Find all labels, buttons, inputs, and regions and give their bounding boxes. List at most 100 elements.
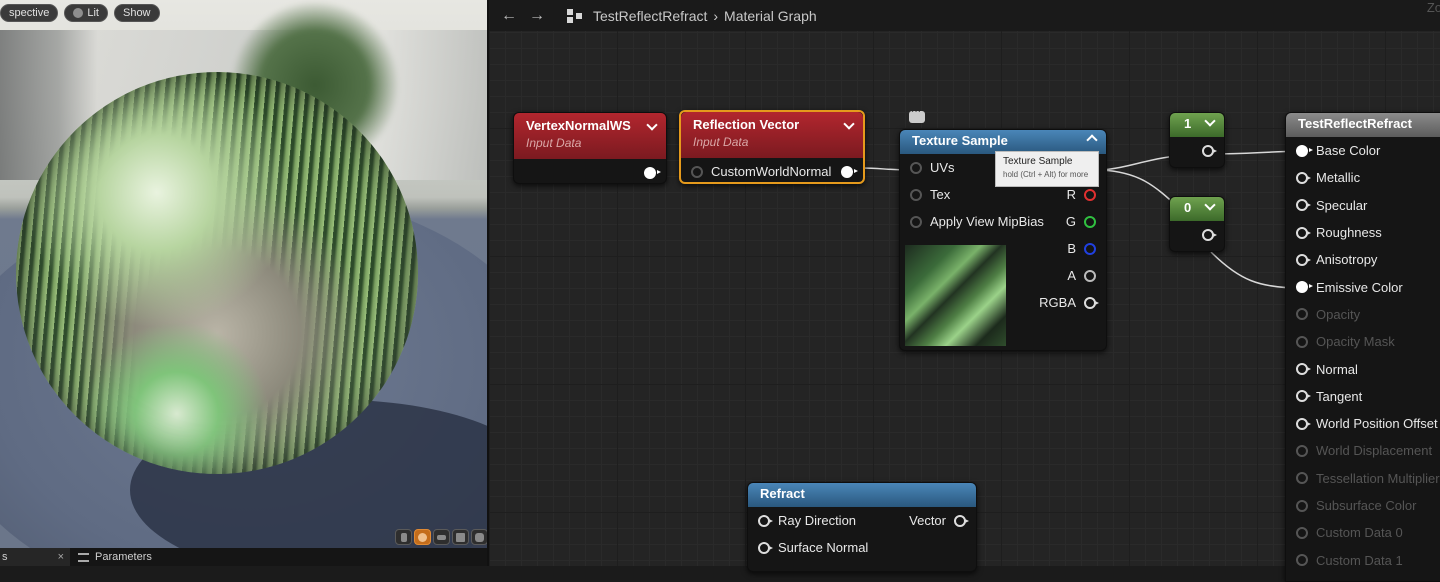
perspective-button[interactable]: spective bbox=[0, 4, 59, 22]
custom-world-normal-pin[interactable] bbox=[691, 165, 703, 178]
pin-label: Custom Data 1 bbox=[1316, 552, 1403, 568]
input-pin[interactable] bbox=[1296, 499, 1308, 512]
teapot-icon bbox=[475, 532, 484, 542]
output-pin[interactable] bbox=[1202, 228, 1217, 241]
input-pin[interactable] bbox=[1296, 144, 1313, 157]
input-pin[interactable] bbox=[1296, 171, 1311, 184]
lit-button[interactable]: Lit bbox=[64, 4, 108, 22]
node-header[interactable]: Refract bbox=[748, 483, 976, 507]
output-row bbox=[1170, 221, 1224, 248]
b-output-pin[interactable] bbox=[1084, 242, 1096, 255]
input-pin[interactable] bbox=[1296, 390, 1311, 403]
teapot-shape-button[interactable] bbox=[471, 529, 487, 545]
node-header[interactable]: VertexNormalWS Input Data bbox=[514, 113, 666, 159]
zoom-label: Zo bbox=[1426, 0, 1440, 15]
perspective-label: spective bbox=[9, 7, 50, 19]
lit-label: Lit bbox=[87, 7, 99, 19]
viewport-options: spective Lit Show bbox=[0, 4, 160, 22]
node-constant-zero[interactable]: 0 bbox=[1169, 196, 1225, 252]
close-icon[interactable]: × bbox=[58, 551, 64, 563]
pin-label: Emissive Color bbox=[1316, 279, 1403, 295]
result-pin-row: World Position Offset bbox=[1286, 410, 1440, 437]
uvs-pin[interactable] bbox=[910, 161, 922, 174]
input-pin[interactable] bbox=[1296, 281, 1313, 294]
result-pin-row: Emissive Color bbox=[1286, 273, 1440, 300]
surface-normal-pin[interactable] bbox=[758, 541, 773, 554]
sphere-shape-button[interactable] bbox=[414, 529, 431, 545]
result-pin-row: Opacity bbox=[1286, 301, 1440, 328]
ray-direction-pin[interactable] bbox=[758, 514, 773, 527]
pin-label: Opacity Mask bbox=[1316, 334, 1395, 350]
tab-parameters[interactable]: Parameters bbox=[70, 548, 160, 566]
pin-label: Apply View MipBias bbox=[930, 214, 1044, 229]
input-pin[interactable] bbox=[1296, 554, 1308, 567]
node-header[interactable]: 1 bbox=[1170, 113, 1224, 137]
breadcrumb-asset[interactable]: TestReflectRefract bbox=[593, 8, 707, 24]
result-pin-row: Subsurface Color bbox=[1286, 492, 1440, 519]
r-output-pin[interactable] bbox=[1084, 188, 1096, 201]
mipbias-row: Apply View MipBias G bbox=[900, 208, 1106, 235]
graph-icon bbox=[567, 8, 583, 23]
tex-pin[interactable] bbox=[910, 188, 922, 201]
rgba-output-pin[interactable] bbox=[1084, 296, 1099, 309]
node-header[interactable]: 0 bbox=[1170, 197, 1224, 221]
breadcrumb-separator: › bbox=[713, 7, 719, 24]
result-pin-row: Base Color bbox=[1286, 137, 1440, 164]
input-pin[interactable] bbox=[1296, 335, 1308, 348]
pin-label: Ray Direction bbox=[778, 513, 857, 528]
output-pin[interactable] bbox=[1202, 144, 1217, 157]
node-refract[interactable]: Refract Ray Direction Vector Surface Nor… bbox=[747, 482, 977, 572]
pin-label: B bbox=[1067, 241, 1076, 256]
pin-label: World Position Offset bbox=[1316, 416, 1438, 432]
breadcrumb-graph[interactable]: Material Graph bbox=[724, 8, 817, 24]
input-pin[interactable] bbox=[1296, 417, 1311, 430]
a-output-pin[interactable] bbox=[1084, 269, 1096, 282]
tab-details[interactable]: s × bbox=[0, 548, 70, 566]
g-output-pin[interactable] bbox=[1084, 215, 1096, 228]
cylinder-shape-button[interactable] bbox=[395, 529, 412, 545]
input-pin[interactable] bbox=[1296, 526, 1308, 539]
cube-shape-button[interactable] bbox=[452, 529, 469, 545]
cube-icon bbox=[456, 532, 465, 542]
result-pin-row: Custom Data 0 bbox=[1286, 519, 1440, 546]
output-row bbox=[1170, 137, 1224, 164]
mipbias-pin[interactable] bbox=[910, 215, 922, 228]
node-header[interactable]: Reflection Vector Input Data bbox=[681, 112, 863, 158]
pin-label: RGBA bbox=[1039, 295, 1076, 310]
result-pin-row: Tessellation Multiplier bbox=[1286, 465, 1440, 492]
pin-label: Roughness bbox=[1316, 225, 1382, 241]
input-pin[interactable] bbox=[1296, 363, 1311, 376]
show-button[interactable]: Show bbox=[113, 4, 160, 22]
input-pin[interactable] bbox=[1296, 226, 1311, 239]
show-label: Show bbox=[122, 7, 151, 19]
forward-arrow-icon[interactable]: → bbox=[523, 7, 551, 25]
input-pin[interactable] bbox=[1296, 472, 1308, 485]
node-title: Reflection Vector bbox=[693, 117, 800, 132]
sphere-icon bbox=[418, 532, 427, 542]
node-subtitle: Input Data bbox=[693, 135, 749, 149]
output-pin[interactable] bbox=[644, 166, 661, 179]
node-header[interactable]: TestReflectRefract bbox=[1286, 113, 1440, 137]
node-reflection-vector[interactable]: Reflection Vector Input Data CustomWorld… bbox=[679, 110, 865, 184]
input-pin[interactable] bbox=[1296, 444, 1308, 457]
pin-label: Tex bbox=[930, 187, 951, 202]
output-pin[interactable] bbox=[841, 165, 858, 178]
vector-output-pin[interactable] bbox=[954, 514, 969, 527]
pin-label: Normal bbox=[1316, 361, 1358, 377]
node-vertex-normal-ws[interactable]: VertexNormalWS Input Data bbox=[513, 112, 667, 184]
material-preview-viewport[interactable]: spective Lit Show bbox=[0, 0, 487, 548]
wire-texture-to-const1 bbox=[1100, 155, 1180, 171]
plane-shape-button[interactable] bbox=[433, 529, 450, 545]
node-constant-one[interactable]: 1 bbox=[1169, 112, 1225, 168]
material-graph[interactable]: ← → TestReflectRefract › Material Graph … bbox=[487, 0, 1440, 582]
result-pin-row: Metallic bbox=[1286, 164, 1440, 191]
result-pin-row: Roughness bbox=[1286, 219, 1440, 246]
input-pin[interactable] bbox=[1296, 308, 1308, 321]
node-material-result[interactable]: TestReflectRefract Base Color Metallic Spe… bbox=[1285, 112, 1440, 582]
result-pin-row: Anisotropy bbox=[1286, 246, 1440, 273]
pin-label: Subsurface Color bbox=[1316, 498, 1417, 513]
comment-bubble-icon[interactable] bbox=[909, 106, 925, 123]
input-pin[interactable] bbox=[1296, 253, 1311, 266]
input-pin[interactable] bbox=[1296, 199, 1311, 212]
back-arrow-icon[interactable]: ← bbox=[495, 7, 523, 25]
